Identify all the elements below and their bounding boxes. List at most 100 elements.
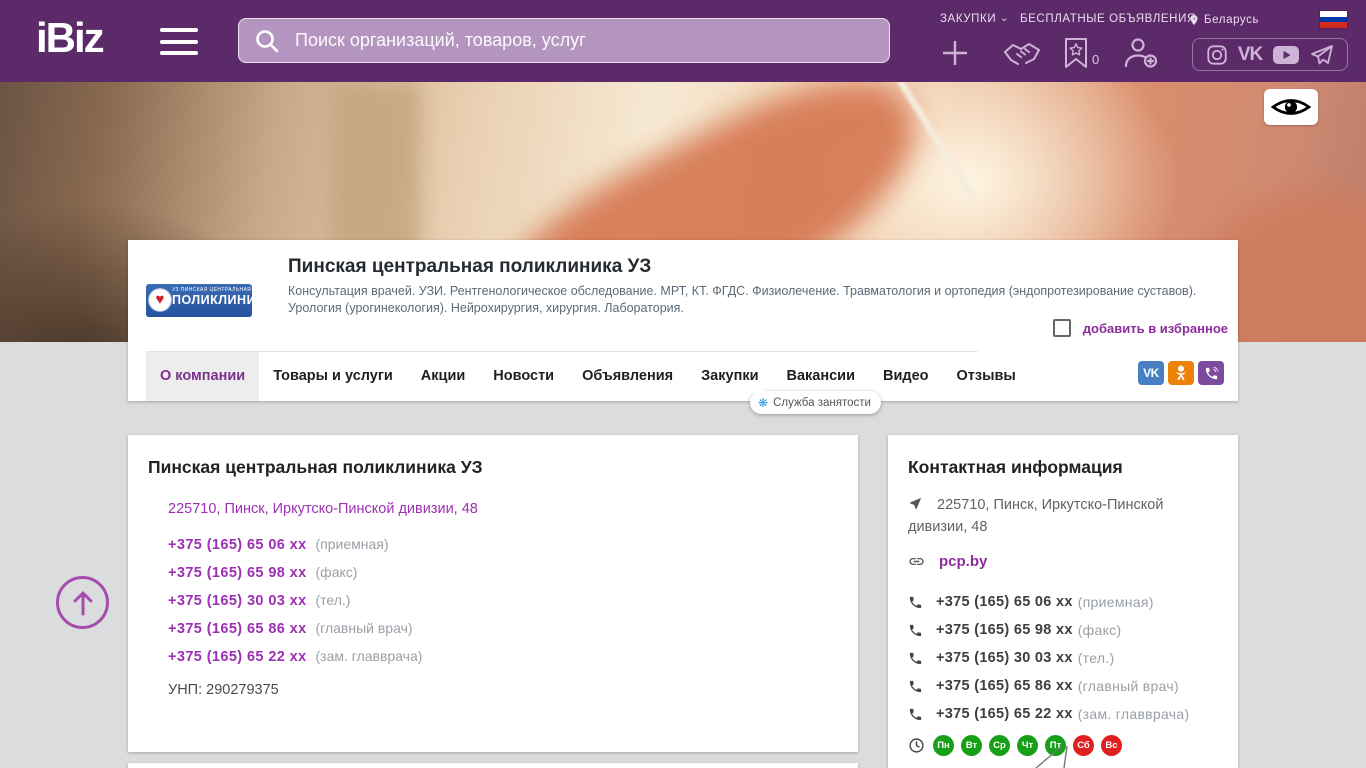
phone-label: (главный врач) <box>311 620 413 636</box>
company-logo: ♥ УЗ ПИНСКАЯ ЦЕНТРАЛЬНАЯ ПОЛИКЛИНИКА <box>146 254 273 346</box>
eye-icon <box>1270 99 1312 115</box>
phone-number-link[interactable]: +375 (165) 65 98 xx <box>168 565 307 581</box>
viber-badge[interactable] <box>1198 361 1224 385</box>
phone-label: (главный врач) <box>1077 678 1179 694</box>
phone-label: (факс) <box>1077 622 1122 638</box>
telegram-icon[interactable] <box>1310 44 1334 66</box>
accessibility-eye-button[interactable] <box>1264 89 1318 125</box>
phone-number-link[interactable]: +375 (165) 65 22 xx <box>168 649 307 665</box>
phone-number[interactable]: +375 (165) 65 86 xx <box>936 678 1073 694</box>
phone-number[interactable]: +375 (165) 30 03 xx <box>936 650 1073 666</box>
company-description: Консультация врачей. УЗИ. Рентгенологиче… <box>288 284 1197 315</box>
contact-phone-row: +375 (165) 65 86 xx (главный врач) <box>908 672 1189 700</box>
contact-phone-row: +375 (165) 65 06 xx (приемная) <box>908 588 1189 616</box>
clock-icon <box>909 738 924 753</box>
website-link[interactable]: pcp.by <box>939 553 987 570</box>
contact-phone-row: +375 (165) 65 98 xx (факс) <box>908 616 1189 644</box>
search-bar <box>238 18 890 63</box>
phone-icon <box>909 624 922 636</box>
search-icon <box>256 30 279 53</box>
bookmark-favorites-icon[interactable] <box>1063 37 1089 69</box>
tab-Видео[interactable]: Видео <box>869 352 943 401</box>
day-badge-Вс: Вс <box>1101 735 1122 756</box>
day-badge-Пн: Пн <box>933 735 954 756</box>
phone-number-link[interactable]: +375 (165) 65 06 xx <box>168 537 307 553</box>
odnoklassniki-badge[interactable] <box>1168 361 1194 385</box>
phone-label: (зам. главврача) <box>311 648 423 664</box>
location-pin-icon <box>1190 15 1198 25</box>
handshake-icon[interactable] <box>1002 40 1042 68</box>
header: iBiz ЗАКУПКИ ⌄ БЕСПЛАТНЫЕ ОБЪЯВЛЕНИЯ Бел… <box>0 0 1366 82</box>
phone-label: (тел.) <box>1077 650 1115 666</box>
contact-phone-row: +375 (165) 65 22 xx (зам. главврача) <box>908 700 1189 728</box>
phone-icon <box>909 680 922 692</box>
phone-number[interactable]: +375 (165) 65 06 xx <box>936 594 1073 610</box>
phone-number[interactable]: +375 (165) 65 22 xx <box>936 706 1073 722</box>
tab-О компании[interactable]: О компании <box>146 352 260 401</box>
link-icon <box>909 557 924 566</box>
phone-number[interactable]: +375 (165) 65 98 xx <box>936 622 1073 638</box>
contacts-title: Контактная информация <box>908 457 1123 477</box>
phone-row: +375 (165) 65 86 xx (главный врач) <box>168 620 422 648</box>
phone-row: +375 (165) 65 06 xx (приемная) <box>168 536 422 564</box>
phone-label: (приемная) <box>1077 594 1154 610</box>
phone-number-link[interactable]: +375 (165) 65 86 xx <box>168 621 307 637</box>
tab-Отзывы[interactable]: Отзывы <box>943 352 1030 401</box>
nav-zakupki[interactable]: ЗАКУПКИ ⌄ <box>940 13 1009 25</box>
scroll-top-button[interactable] <box>56 576 109 629</box>
contact-phone-list: +375 (165) 65 06 xx (приемная) +375 (165) … <box>908 588 1189 728</box>
contact-phone-row: +375 (165) 30 03 xx (тел.) <box>908 644 1189 672</box>
about-title: Пинская центральная поликлиника УЗ <box>148 457 483 477</box>
phone-icon <box>909 708 922 720</box>
page: iBiz ЗАКУПКИ ⌄ БЕСПЛАТНЫЕ ОБЪЯВЛЕНИЯ Бел… <box>0 0 1366 768</box>
site-logo[interactable]: iBiz <box>36 14 105 62</box>
phone-label: (факс) <box>311 564 358 580</box>
work-schedule: Пн Вт Ср Чт Пт Сб Вс <box>908 735 1122 756</box>
phone-label: (приемная) <box>311 536 389 552</box>
day-badge-Вт: Вт <box>961 735 982 756</box>
country-selector[interactable]: Беларусь <box>1188 13 1259 27</box>
favorites-count: 0 <box>1092 52 1100 67</box>
instagram-icon[interactable] <box>1206 44 1228 66</box>
about-phone-list: +375 (165) 65 06 xx (приемная) +375 (165)… <box>168 536 422 676</box>
phone-number-link[interactable]: +375 (165) 30 03 xx <box>168 593 307 609</box>
tab-Объявления[interactable]: Объявления <box>568 352 687 401</box>
employment-service-icon: ❋ <box>758 395 769 410</box>
add-plus-icon[interactable] <box>938 36 972 70</box>
about-company-card: Пинская центральная поликлиника УЗ 22571… <box>128 435 858 752</box>
navigate-arrow-icon <box>909 497 922 510</box>
company-unp: УНП: 290279375 <box>168 682 279 698</box>
header-social-links: VK <box>1192 38 1348 71</box>
company-header-card: ♥ УЗ ПИНСКАЯ ЦЕНТРАЛЬНАЯ ПОЛИКЛИНИКА Пин… <box>128 240 1238 401</box>
heart-icon: ♥ <box>148 287 172 312</box>
chevron-down-icon: ⌄ <box>999 13 1009 24</box>
flag-russia-icon[interactable] <box>1320 11 1347 28</box>
favorite-label[interactable]: добавить в избранное <box>1083 321 1228 336</box>
arrow-up-icon <box>73 591 92 615</box>
menu-icon[interactable] <box>160 28 198 55</box>
schedule-pointer-lines <box>1035 745 1068 768</box>
employment-service-tooltip: ❋ Служба занятости <box>750 391 881 414</box>
phone-row: +375 (165) 65 98 xx (факс) <box>168 564 422 592</box>
company-tabs: О компании Товары и услуги Акции Новости Объ… <box>146 352 1030 401</box>
company-social-links: VK <box>1138 361 1224 385</box>
tab-Новости[interactable]: Новости <box>479 352 568 401</box>
search-input[interactable] <box>238 18 890 63</box>
company-address-link[interactable]: 225710, Пинск, Иркутско-Пинской дивизии,… <box>168 501 478 517</box>
country-label: Беларусь <box>1204 14 1260 26</box>
phone-row: +375 (165) 65 22 xx (зам. главврача) <box>168 648 422 676</box>
phone-row: +375 (165) 30 03 xx (тел.) <box>168 592 422 620</box>
tab-Товары и услуги[interactable]: Товары и услуги <box>259 352 407 401</box>
youtube-icon[interactable] <box>1272 45 1300 65</box>
vk-icon[interactable]: VK <box>1238 44 1263 66</box>
phone-icon <box>909 596 922 608</box>
person-add-icon[interactable] <box>1122 37 1160 69</box>
phone-label: (зам. главврача) <box>1077 706 1190 722</box>
contact-address: 225710, Пинск, Иркутско-Пинской дивизии,… <box>908 497 1164 535</box>
next-section-card <box>128 763 858 768</box>
company-name: Пинская центральная поликлиника УЗ <box>288 256 652 277</box>
favorite-checkbox[interactable] <box>1052 319 1071 337</box>
tab-Акции[interactable]: Акции <box>407 352 479 401</box>
nav-free-ads[interactable]: БЕСПЛАТНЫЕ ОБЪЯВЛЕНИЯ <box>1020 13 1196 25</box>
vk-badge[interactable]: VK <box>1138 361 1164 385</box>
